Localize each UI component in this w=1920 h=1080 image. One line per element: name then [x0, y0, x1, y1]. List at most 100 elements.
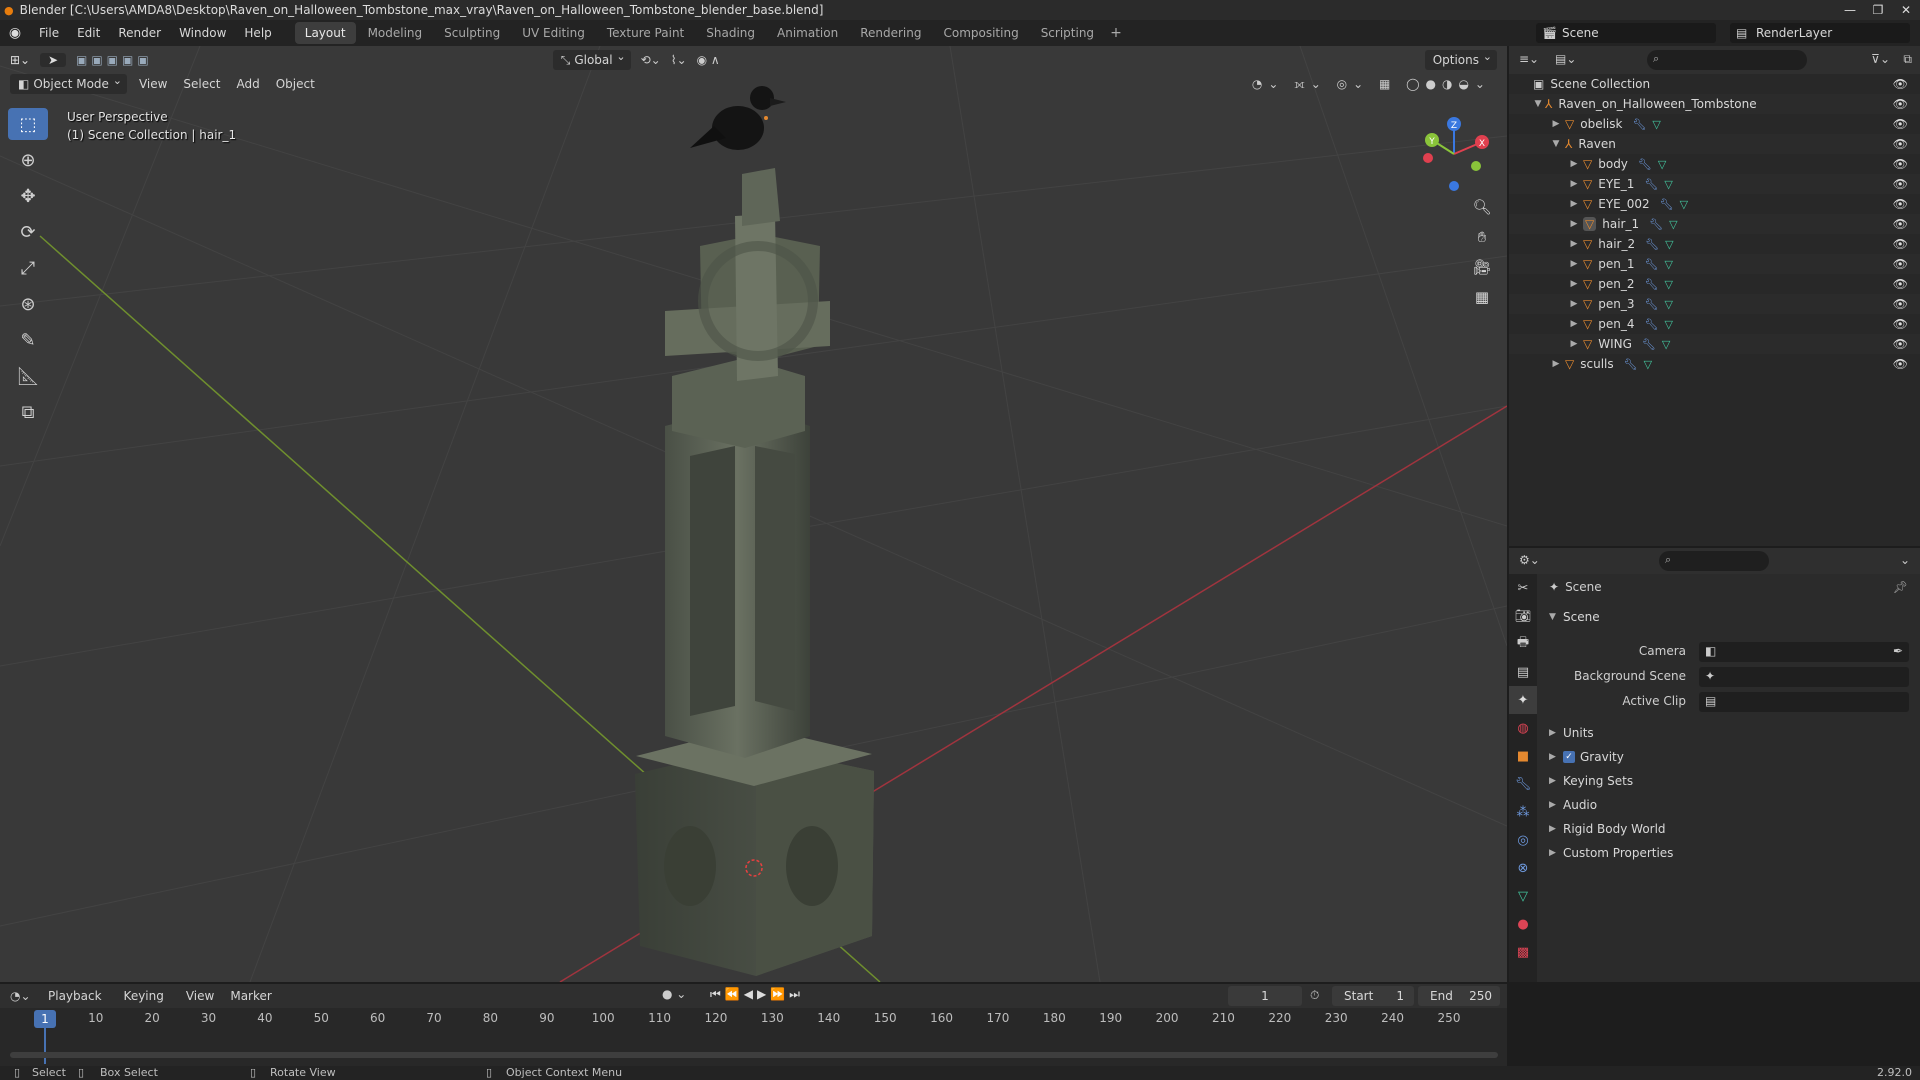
mesh-data-icon[interactable]: ▽	[1664, 298, 1672, 311]
camera-view-icon[interactable]: 🎥︎	[1469, 254, 1495, 280]
modifier-icon[interactable]: 🔧︎	[1644, 298, 1658, 311]
modifier-icon[interactable]: 🔧︎	[1660, 198, 1674, 211]
mesh-data-icon[interactable]: ▽	[1652, 118, 1660, 131]
material-tab-icon[interactable]: ●	[1509, 910, 1537, 938]
outliner-item-hair_1[interactable]: ▶ ▽ hair_1 🔧︎ ▽ 👁︎	[1509, 214, 1920, 234]
outliner-item-pen_4[interactable]: ▶ ▽ pen_4 🔧︎ ▽ 👁︎	[1509, 314, 1920, 334]
move-tool[interactable]: ✥	[8, 180, 48, 212]
cursor-tool[interactable]: ⊕	[8, 144, 48, 176]
editor-type-icon[interactable]: ⊞⌄	[0, 53, 40, 67]
panel-custom-properties[interactable]: ▶ Custom Properties	[1549, 846, 1673, 860]
menu-window[interactable]: Window	[170, 20, 235, 46]
mesh-data-icon[interactable]: ▽	[1644, 358, 1652, 371]
view-layer-selector[interactable]: ▤ RenderLayer	[1730, 23, 1910, 43]
eyedropper-icon[interactable]: ✒	[1893, 644, 1903, 658]
mesh-data-icon[interactable]: ▽	[1658, 158, 1666, 171]
tab-animation[interactable]: Animation	[767, 22, 848, 44]
tab-compositing[interactable]: Compositing	[933, 22, 1028, 44]
timeline-menu-playback[interactable]: Playback	[40, 989, 116, 1003]
scene-tab-icon[interactable]: ✦	[1509, 686, 1537, 714]
modifier-icon[interactable]: 🔧︎	[1644, 178, 1658, 191]
outliner-item-eye_1[interactable]: ▶ ▽ EYE_1 🔧︎ ▽ 👁︎	[1509, 174, 1920, 194]
outliner-item-sculls[interactable]: ▶ ▽ sculls 🔧︎ ▽ 👁︎	[1509, 354, 1920, 374]
tab-layout[interactable]: Layout	[294, 22, 356, 44]
mesh-data-icon[interactable]: ▽	[1680, 198, 1688, 211]
outliner-item-obelisk[interactable]: ▶ ▽ obelisk 🔧︎ ▽ 👁︎	[1509, 114, 1920, 134]
tab-rendering[interactable]: Rendering	[850, 22, 931, 44]
mesh-data-icon[interactable]: ▽	[1664, 258, 1672, 271]
panel-rigid-body-world[interactable]: ▶ Rigid Body World	[1549, 822, 1666, 836]
view-layer-tab-icon[interactable]: ▤	[1509, 658, 1537, 686]
viewport-menu-add[interactable]: Add	[228, 77, 267, 91]
outliner-item-raven[interactable]: ▼ ⅄ Raven 👁︎	[1509, 134, 1920, 154]
modifier-icon[interactable]: 🔧︎	[1644, 278, 1658, 291]
expand-arrow-icon[interactable]: ▶	[1567, 259, 1581, 269]
particles-tab-icon[interactable]: ⁂	[1509, 798, 1537, 826]
minimize-button[interactable]: —	[1836, 0, 1864, 20]
outliner-item-pen_1[interactable]: ▶ ▽ pen_1 🔧︎ ▽ 👁︎	[1509, 254, 1920, 274]
timeline-menu-keying[interactable]: Keying	[116, 989, 178, 1003]
zoom-icon[interactable]: 🔍︎	[1469, 194, 1495, 220]
mesh-data-icon[interactable]: ▽	[1664, 318, 1672, 331]
modifier-tab-icon[interactable]: 🔧︎	[1509, 770, 1537, 798]
playback-controls[interactable]: ⏮⏪◀▶⏩⏭	[710, 987, 804, 1002]
proportional-edit-icon[interactable]: ◉ ∧	[697, 53, 720, 67]
viewport-menu-select[interactable]: Select	[175, 77, 228, 91]
visibility-eye-icon[interactable]: 👁︎	[1893, 237, 1908, 251]
blender-menu-icon[interactable]: ◉	[0, 25, 30, 41]
modifier-icon[interactable]: 🔧︎	[1645, 238, 1659, 251]
expand-arrow-icon[interactable]: ▶	[1567, 299, 1581, 309]
constraints-tab-icon[interactable]: ⊗	[1509, 854, 1537, 882]
visibility-eye-icon[interactable]: 👁︎	[1893, 157, 1908, 171]
visibility-eye-icon[interactable]: 👁︎	[1893, 257, 1908, 271]
auto-keying-icon[interactable]: ● ⌄	[662, 987, 686, 1001]
panel-audio[interactable]: ▶ Audio	[1549, 798, 1597, 812]
mesh-data-icon[interactable]: ▽	[1664, 278, 1672, 291]
expand-arrow-icon[interactable]: ▶	[1567, 219, 1581, 229]
panel-gravity[interactable]: ▶ ✓ Gravity	[1549, 750, 1624, 764]
tab-modeling[interactable]: Modeling	[358, 22, 433, 44]
mesh-data-icon[interactable]: ▽	[1665, 238, 1673, 251]
tab-shading[interactable]: Shading	[696, 22, 765, 44]
data-tab-icon[interactable]: ▽	[1509, 882, 1537, 910]
modifier-icon[interactable]: 🔧︎	[1642, 338, 1656, 351]
scene-selector[interactable]: 🎬︎ Scene	[1536, 23, 1716, 43]
outliner-editor-icon[interactable]: ≡⌄	[1519, 52, 1539, 66]
tab-sculpting[interactable]: Sculpting	[434, 22, 510, 44]
visibility-eye-icon[interactable]: 👁︎	[1893, 177, 1908, 191]
navigation-gizmo[interactable]: Z X Y	[1414, 114, 1494, 194]
visibility-eye-icon[interactable]: 👁︎	[1893, 97, 1908, 111]
visibility-eye-icon[interactable]: 👁︎	[1893, 337, 1908, 351]
mesh-data-icon[interactable]: ▽	[1664, 178, 1672, 191]
modifier-icon[interactable]: 🔧︎	[1644, 318, 1658, 331]
visibility-eye-icon[interactable]: 👁︎	[1893, 117, 1908, 131]
menu-edit[interactable]: Edit	[68, 20, 109, 46]
close-button[interactable]: ✕	[1892, 0, 1920, 20]
start-frame-field[interactable]: Start 1	[1332, 986, 1414, 1006]
timeline-scrollbar[interactable]	[10, 1052, 1498, 1058]
snap-icon[interactable]: ⌇⌄	[671, 53, 687, 67]
end-frame-field[interactable]: End 250	[1418, 986, 1500, 1006]
expand-arrow-icon[interactable]: ▶	[1567, 319, 1581, 329]
add-cube-tool[interactable]: ⧉	[8, 396, 48, 428]
render-tab-icon[interactable]: 📷︎	[1509, 602, 1537, 630]
add-workspace-button[interactable]: +	[1110, 25, 1122, 41]
maximize-button[interactable]: ❐	[1864, 0, 1892, 20]
modifier-icon[interactable]: 🔧︎	[1644, 258, 1658, 271]
outliner-collection[interactable]: ▼ ⅄ Raven_on_Halloween_Tombstone 👁︎	[1509, 94, 1920, 114]
tab-scripting[interactable]: Scripting	[1031, 22, 1104, 44]
pan-hand-icon[interactable]: ✋︎	[1469, 224, 1495, 250]
background-scene-field[interactable]: ✦	[1699, 667, 1909, 687]
options-dropdown[interactable]: Options	[1424, 47, 1497, 70]
modifier-icon[interactable]: 🔧︎	[1624, 358, 1638, 371]
outliner-item-pen_2[interactable]: ▶ ▽ pen_2 🔧︎ ▽ 👁︎	[1509, 274, 1920, 294]
shading-buttons[interactable]: ◔⌄ ⟗⌄ ◎⌄ ▦ ◯●◑◒⌄	[1252, 77, 1491, 92]
outliner-item-eye_002[interactable]: ▶ ▽ EYE_002 🔧︎ ▽ 👁︎	[1509, 194, 1920, 214]
outliner-item-wing[interactable]: ▶ ▽ WING 🔧︎ ▽ 👁︎	[1509, 334, 1920, 354]
menu-file[interactable]: File	[30, 20, 68, 46]
panel-keying-sets[interactable]: ▶ Keying Sets	[1549, 774, 1633, 788]
3d-viewport[interactable]: ⊞⌄ ➤ ▣▣▣▣▣ ⤡Global ⟲⌄ ⌇⌄ ◉ ∧ Options ◧Ob…	[0, 46, 1507, 982]
timeline-menu-marker[interactable]: Marker	[222, 989, 279, 1003]
select-mode-button[interactable]: ➤	[40, 53, 66, 67]
transform-tool[interactable]: ⊛	[8, 288, 48, 320]
